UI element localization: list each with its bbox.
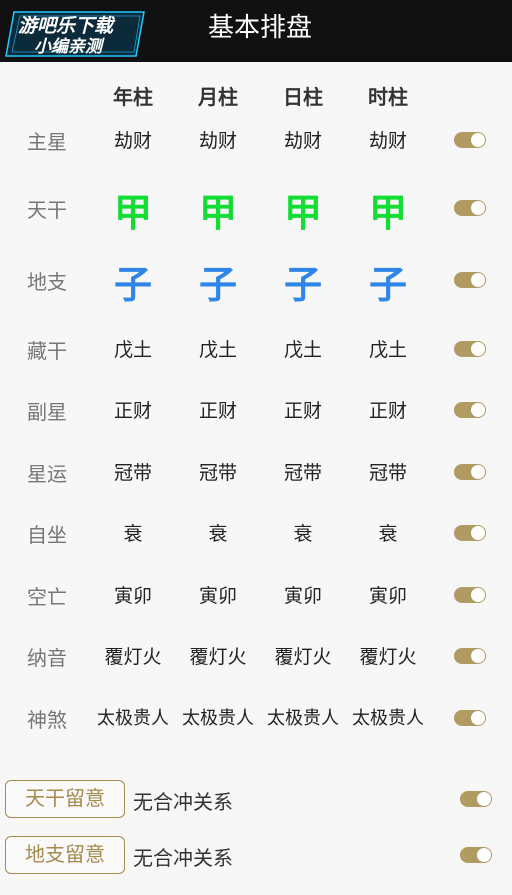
table-cell: 正财 [283,400,322,422]
row-toggle-switch[interactable] [454,587,486,603]
row-label: 主星 [27,130,67,154]
row-toggle-switch[interactable] [454,710,486,726]
table-cell: 冠带 [368,462,407,484]
table-cell: 戊土 [368,339,407,361]
column-header: 月柱 [198,85,238,109]
table-cell: 覆灯火 [189,646,247,668]
toggle-knob [471,342,485,356]
table-cell: 衰 [123,523,143,545]
column-header: 年柱 [113,85,153,109]
table-cell: 太极贵人 [97,708,169,729]
table-cell: 衰 [293,523,313,545]
table-cell: 正财 [368,400,407,422]
page-title: 基本排盘 [207,13,312,43]
table-cell: 寅卯 [368,585,407,607]
row-label: 自坐 [27,523,67,547]
row-label: 神煞 [27,708,67,732]
table-cell: 衰 [378,523,398,545]
row-label: 副星 [27,400,67,424]
row-toggle-switch[interactable] [454,464,486,480]
table-cell: 子 [283,263,322,307]
toggle-knob [471,526,485,540]
table-cell: 正财 [198,400,237,422]
table-cell: 冠带 [283,462,322,484]
table-cell: 戊土 [198,339,237,361]
note-button[interactable]: 天干留意 [5,780,125,818]
table-cell: 子 [113,263,152,307]
row-label: 地支 [27,270,67,294]
toggle-knob [471,465,485,479]
row-toggle-switch[interactable] [454,341,486,357]
toggle-knob [477,792,491,806]
row-label: 星运 [27,462,67,486]
table-cell: 子 [198,263,237,307]
row-label: 纳音 [27,646,67,670]
table-cell: 冠带 [198,462,237,484]
row-label: 天干 [27,198,67,222]
table-cell: 太极贵人 [182,708,254,729]
toggle-knob [471,133,485,147]
note-text: 无合冲关系 [133,846,233,870]
table-cell: 甲 [368,191,407,235]
column-header: 时柱 [368,85,408,109]
table-cell: 子 [368,263,407,307]
table-cell: 覆灯火 [359,646,417,668]
table-cell: 冠带 [113,462,152,484]
toggle-knob [471,588,485,602]
table-cell: 劫财 [198,130,237,152]
row-label: 空亡 [27,585,67,609]
table-cell: 衰 [208,523,228,545]
row-toggle-switch[interactable] [454,132,486,148]
table-cell: 寅卯 [198,585,237,607]
note-toggle-switch[interactable] [460,791,492,807]
toggle-knob [471,711,485,725]
note-text: 无合冲关系 [133,790,233,814]
row-toggle-switch[interactable] [454,200,486,216]
row-toggle-switch[interactable] [454,402,486,418]
table-cell: 正财 [113,400,152,422]
table-cell: 戊土 [113,339,152,361]
row-toggle-switch[interactable] [454,272,486,288]
table-cell: 劫财 [283,130,322,152]
table-cell: 太极贵人 [352,708,424,729]
row-toggle-switch[interactable] [454,648,486,664]
toggle-knob [471,273,485,287]
table-cell: 寅卯 [283,585,322,607]
bazi-table: 年柱 月柱 日柱 时柱主星 劫财 劫财 劫财 劫财天干 甲 甲 甲 甲地支 子 子 子 子藏干 戊土 戊土 戊土 戊土… [0,62,512,762]
table-cell: 太极贵人 [267,708,339,729]
toggle-knob [471,403,485,417]
toggle-knob [477,848,491,862]
toggle-knob [471,201,485,215]
table-cell: 劫财 [368,130,407,152]
table-cell: 寅卯 [113,585,152,607]
table-cell: 覆灯火 [274,646,332,668]
row-label: 藏干 [27,339,67,363]
row-toggle-switch[interactable] [454,525,486,541]
table-cell: 劫财 [113,130,152,152]
table-cell: 戊土 [283,339,322,361]
toggle-knob [471,649,485,663]
column-header: 日柱 [283,85,323,109]
table-cell: 甲 [198,191,237,235]
table-cell: 甲 [283,191,322,235]
note-button[interactable]: 地支留意 [5,836,125,874]
header-bar: 游吧乐下载 小编亲测 基本排盘 [0,0,512,62]
table-cell: 覆灯火 [104,646,162,668]
note-toggle-switch[interactable] [460,847,492,863]
table-cell: 甲 [113,191,152,235]
